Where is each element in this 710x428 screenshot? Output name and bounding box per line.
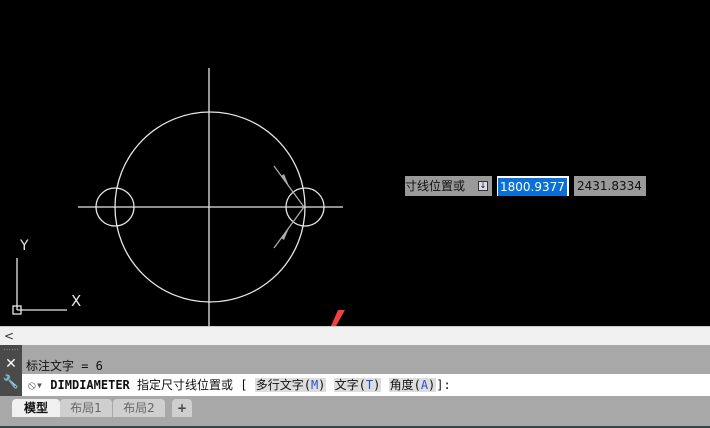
diameter-leader-bottom (273, 206, 305, 249)
tab-model[interactable]: 模型 (12, 399, 60, 417)
option-text[interactable]: 文字(T) (333, 378, 382, 392)
ucs-x-label: X (71, 292, 82, 310)
add-layout-button[interactable]: + (172, 399, 192, 417)
command-input[interactable]: ⦸▾ DIMDIAMETER 指定尺寸线位置或 [ 多行文字(M) 文字(T) … (22, 374, 710, 396)
command-suffix: ]: (436, 378, 451, 392)
customize-wrench-icon[interactable]: 🔧 (0, 373, 22, 393)
scroll-left-button[interactable]: < (4, 329, 14, 343)
recent-commands-icon[interactable]: ⦸▾ (28, 378, 43, 392)
drawing (12, 68, 345, 326)
diameter-leader-top (273, 165, 305, 208)
ucs-y-label: Y (20, 238, 29, 254)
command-history: 标注文字 = 6 (26, 359, 103, 373)
prompt-text: 寸线位置或 (405, 179, 466, 193)
tab-layout2[interactable]: 布局2 (113, 399, 165, 417)
tab-layout1[interactable]: 布局1 (60, 399, 112, 417)
x-coordinate-input[interactable]: 1800.9377 (497, 176, 569, 196)
dimension-arrow-top (281, 174, 289, 186)
command-name: DIMDIAMETER (50, 378, 130, 392)
drawing-canvas[interactable]: Y X 寸线位置或 ↓ 1800.9377 2431.8334 (0, 0, 710, 326)
command-line-handle[interactable]: ⋯⋯ ✕ 🔧 (0, 345, 22, 396)
command-prompt: 指定尺寸线位置或 [ (137, 378, 248, 392)
dynamic-input-prompt: 寸线位置或 ↓ (405, 176, 492, 196)
y-coordinate-input[interactable]: 2431.8334 (574, 176, 646, 196)
x-value: 1800.9377 (498, 178, 567, 196)
annotation-arrow (330, 310, 345, 326)
grip-icon[interactable]: ⋯⋯ (0, 345, 22, 355)
option-mtext[interactable]: 多行文字(M) (254, 378, 327, 392)
horizontal-scrollbar[interactable]: < (0, 326, 710, 345)
close-icon[interactable]: ✕ (0, 355, 22, 373)
options-dropdown-icon[interactable]: ↓ (478, 181, 488, 191)
command-line: ⋯⋯ ✕ 🔧 标注文字 = 6 ⦸▾ DIMDIAMETER 指定尺寸线位置或 … (0, 345, 710, 396)
dimension-arrow-bottom (281, 228, 289, 240)
option-angle[interactable]: 角度(A) (388, 378, 437, 392)
layout-tabs: 模型 布局1 布局2 + (0, 396, 710, 428)
